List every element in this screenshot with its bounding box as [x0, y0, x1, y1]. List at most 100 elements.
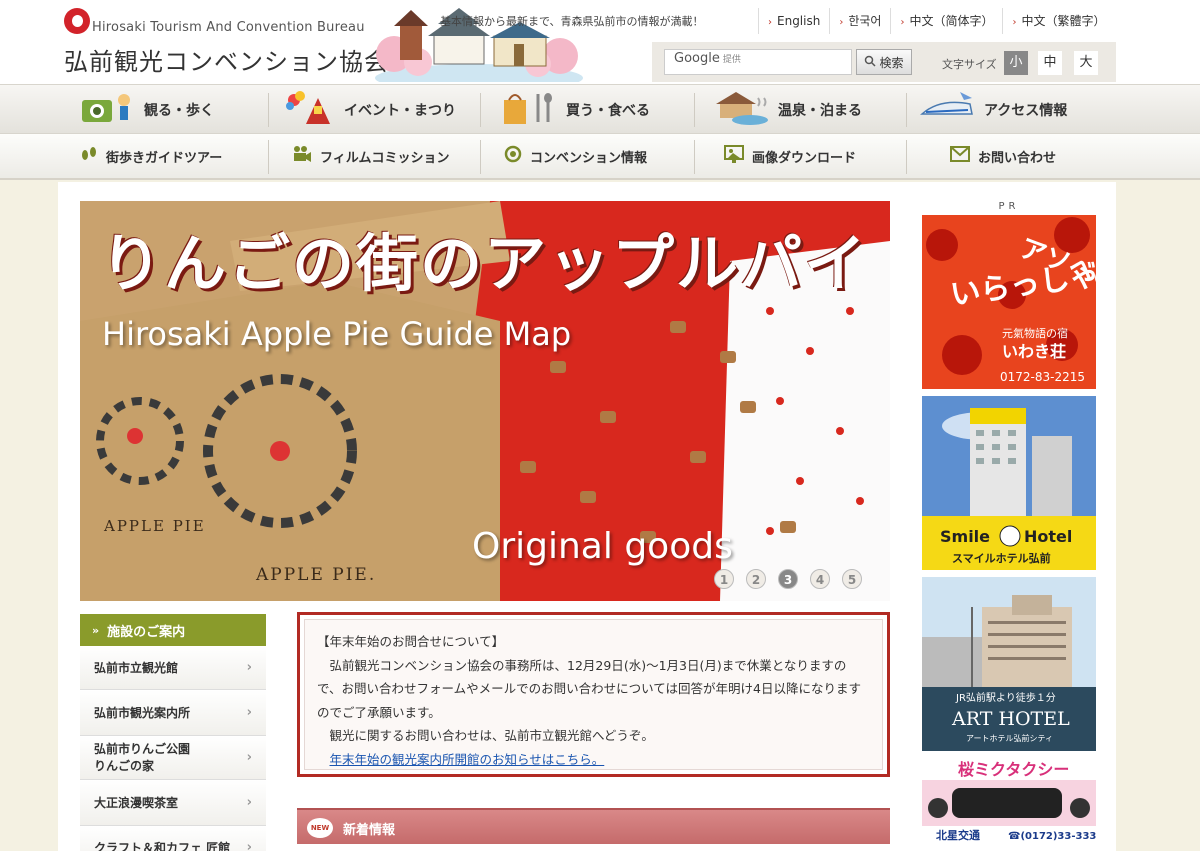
image-download-icon [724, 145, 744, 167]
slider-dot[interactable]: 2 [746, 569, 766, 589]
nav-label: お問い合わせ [978, 150, 1057, 166]
nav-label: 街歩きガイドツアー [106, 150, 223, 166]
nav-divider [906, 140, 907, 174]
notice-body: 弘前観光コンベンション協会の事務所は、12月29日(水)～1月3日(月)まで休業… [317, 657, 861, 720]
hero-title: りんごの街のアップルパイ [100, 227, 869, 300]
chevron-right-icon: › [246, 750, 252, 765]
slider-pagination: 1 2 3 4 5 [714, 569, 862, 589]
chevron-right-icon: › [246, 705, 252, 720]
nav-sightseeing[interactable]: 観る・歩く [80, 85, 214, 135]
nav-divider [694, 93, 695, 127]
lang-chinese-simplified[interactable]: › 中文（简体字） [890, 8, 1002, 34]
pr-label: PR [998, 201, 1020, 212]
nav-image-download[interactable]: 画像ダウンロード [724, 134, 856, 178]
smile-hotel-banner[interactable]: Smile Hotel スマイルホテル弘前 [922, 396, 1096, 570]
nav-label: コンベンション情報 [530, 150, 648, 166]
nav-divider [694, 140, 695, 174]
slider-dot[interactable]: 3 [778, 569, 798, 589]
hero-goods-text: Original goods [472, 526, 733, 567]
apple-logo-icon [64, 8, 90, 34]
svg-text:北星交通: 北星交通 [936, 828, 980, 842]
nav-divider [480, 140, 481, 174]
nav-label: フィルムコミッション [320, 150, 450, 166]
facility-item[interactable]: 大正浪漫喫茶室 › [80, 780, 266, 826]
nav-label: 画像ダウンロード [752, 150, 857, 166]
search-icon [864, 55, 877, 70]
main-navigation: 観る・歩く イベント・まつり 買う・食べる 温泉・泊まる アクセス情報 [0, 84, 1200, 134]
notice-title: 【年末年始のお問合せについて】 [317, 634, 505, 649]
slider-dot[interactable]: 1 [714, 569, 734, 589]
chevron-right-icon: › [246, 795, 252, 810]
language-links: › English › 한국어 › 中文（简体字） › 中文（繁體字） [758, 6, 1115, 36]
slider-dot[interactable]: 4 [810, 569, 830, 589]
nav-walking-tour[interactable]: 街歩きガイドツアー [80, 134, 222, 178]
font-size-small-button[interactable]: 小 [1004, 51, 1028, 75]
nav-film-commission[interactable]: フィルムコミッション [292, 134, 449, 178]
notice-content: 【年末年始のお問合せについて】 弘前観光コンベンション協会の事務所は、12月29… [304, 619, 883, 770]
sakura-taxi-banner[interactable]: 桜ミクタクシー 北星交通 ☎(0172)33-3333 [922, 758, 1096, 844]
nav-label: 買う・食べる [566, 103, 650, 119]
search-bar: Google 提供 検索 文字サイズ 小 中 大 [652, 42, 1116, 82]
nav-events[interactable]: イベント・まつり [284, 85, 456, 135]
facility-item[interactable]: 弘前市観光案内所 › [80, 690, 266, 736]
mail-icon [950, 146, 970, 166]
hero-slider[interactable]: りんごの街のアップルパイ Hirosaki Apple Pie Guide Ma… [80, 201, 890, 601]
chevron-right-icon: › [839, 17, 844, 28]
facility-item[interactable]: クラフト＆和カフェ 匠館 › [80, 826, 266, 851]
svg-text:Smile: Smile [940, 527, 990, 546]
lang-label: 한국어 [848, 14, 882, 28]
nav-shopping[interactable]: 買う・食べる [502, 85, 650, 135]
onsen-icon [714, 90, 770, 130]
hero-pie-label: APPLE PIE. [256, 565, 377, 585]
svg-text:0172-83-2215: 0172-83-2215 [1000, 370, 1085, 384]
nav-contact[interactable]: お問い合わせ [950, 134, 1056, 178]
notice-link[interactable]: 年末年始の観光案内所開館のお知らせはこちら。 [330, 752, 605, 767]
font-size-label: 文字サイズ [942, 58, 997, 71]
site-tagline: 基本情報から最新まで、青森県弘前市の情報が満載！ [440, 15, 704, 28]
chevron-right-icon: › [900, 17, 905, 28]
nav-label: アクセス情報 [984, 103, 1068, 119]
svg-text:ART HOTEL: ART HOTEL [951, 708, 1070, 730]
nav-convention[interactable]: コンベンション情報 [504, 134, 647, 178]
new-badge-icon: NEW [307, 818, 333, 838]
notice-body: 観光に関するお問い合わせは、弘前市立観光館へどうぞ。 [329, 728, 654, 743]
chevron-right-icon: › [768, 17, 772, 28]
site-header: Hirosaki Tourism And Convention Bureau 弘… [0, 0, 1200, 84]
convention-icon [504, 145, 522, 167]
facility-item[interactable]: 弘前市りんご公園 りんごの家 › [80, 736, 266, 780]
svg-text:☎(0172)33-3333: ☎(0172)33-3333 [1008, 831, 1096, 842]
lang-chinese-traditional[interactable]: › 中文（繁體字） [1002, 8, 1114, 34]
footprints-icon [80, 145, 98, 167]
facilities-header: » 施設のご案内 [80, 614, 266, 646]
google-label: Google 提供 [674, 51, 741, 66]
search-button[interactable]: 検索 [856, 49, 912, 75]
nav-onsen[interactable]: 温泉・泊まる [714, 85, 862, 135]
search-button-label: 検索 [879, 55, 904, 70]
sakura-taxi-banner-image: 桜ミクタクシー 北星交通 ☎(0172)33-3333 [922, 758, 1096, 844]
svg-text:Hotel: Hotel [1024, 527, 1072, 546]
slider-dot[interactable]: 5 [842, 569, 862, 589]
facilities-title: 施設のご案内 [107, 624, 186, 640]
news-header: NEW 新着情報 [297, 808, 890, 844]
font-size-large-button[interactable]: 大 [1074, 51, 1098, 75]
hero-pie-label: APPLE PIE [104, 517, 206, 535]
svg-text:スマイルホテル弘前: スマイルホテル弘前 [952, 551, 1051, 565]
film-camera-icon [292, 145, 312, 167]
iwaki-banner[interactable]: いらっしゃい アソベの森へ 元氣物語の宿 いわき荘 0172-83-2215 [922, 215, 1096, 389]
news-title: 新着情報 [343, 823, 396, 838]
lang-english[interactable]: › English [758, 8, 829, 34]
shopping-icon [502, 90, 558, 130]
nav-access[interactable]: アクセス情報 [920, 85, 1067, 135]
art-hotel-banner-image: JR弘前駅より徒歩１分 ART HOTEL アートホテル弘前シティ [922, 577, 1096, 751]
art-hotel-banner[interactable]: JR弘前駅より徒歩１分 ART HOTEL アートホテル弘前シティ [922, 577, 1096, 751]
lang-korean[interactable]: › 한국어 [829, 8, 890, 34]
lang-label: 中文（繁體字） [1021, 14, 1106, 28]
smile-hotel-banner-image: Smile Hotel スマイルホテル弘前 [922, 396, 1096, 570]
double-chevron-down-icon: » [92, 623, 100, 637]
facility-item[interactable]: 弘前市立観光館 › [80, 646, 266, 690]
logo-japanese: 弘前観光コンベンション協会 [64, 48, 389, 76]
chevron-right-icon: › [1012, 17, 1017, 28]
svg-text:JR弘前駅より徒歩１分: JR弘前駅より徒歩１分 [955, 691, 1056, 704]
iwaki-banner-image: いらっしゃい アソベの森へ 元氣物語の宿 いわき荘 0172-83-2215 [922, 215, 1096, 389]
font-size-medium-button[interactable]: 中 [1038, 51, 1062, 75]
